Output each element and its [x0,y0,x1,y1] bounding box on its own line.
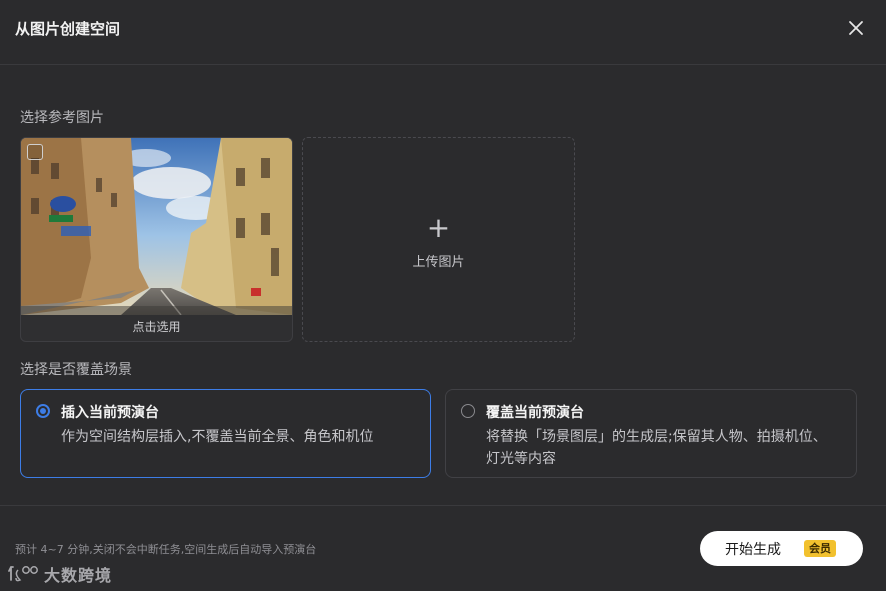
option-insert-current-stage[interactable]: 插入当前预演台 作为空间结构层插入,不覆盖当前全景、角色和机位 [20,389,431,478]
upload-image-button[interactable]: + 上传图片 [302,137,575,342]
duration-hint: 预计 4~7 分钟,关闭不会中断任务,空间生成后自动导入预演台 [15,543,317,556]
start-generate-button[interactable]: 开始生成 会员 [700,531,863,566]
dialog-title: 从图片创建空间 [15,20,121,38]
start-button-label: 开始生成 [725,542,781,558]
upload-label: 上传图片 [412,255,465,270]
watermark-text: 大数跨境 [44,566,113,585]
close-icon[interactable] [846,18,866,38]
dialog-header: 从图片创建空间 [0,0,886,65]
footer-divider [0,505,886,506]
image-select-checkbox[interactable] [27,144,43,160]
radio-unselected-icon[interactable] [461,404,475,418]
image-card-caption: 点击选用 [132,320,181,334]
option-overwrite-current-stage[interactable]: 覆盖当前预演台 将替换「场景图层」的生成层;保留其人物、拍摄机位、灯光等内容 [445,389,857,478]
street-photo [21,138,292,315]
watermark-logo-icon [8,566,38,582]
option-title: 覆盖当前预演台 [486,405,584,421]
watermark: 大数跨境 [8,563,112,585]
reference-image-card[interactable]: 点击选用 [20,137,293,342]
plus-icon: + [426,211,451,244]
option-description: 将替换「场景图层」的生成层;保留其人物、拍摄机位、灯光等内容 [486,429,827,467]
radio-selected-icon[interactable] [36,404,50,418]
option-description: 作为空间结构层插入,不覆盖当前全景、角色和机位 [61,429,374,445]
reference-section-label: 选择参考图片 [20,110,104,126]
scene-section-label: 选择是否覆盖场景 [20,362,132,378]
option-title: 插入当前预演台 [61,405,159,421]
member-badge: 会员 [804,540,836,557]
